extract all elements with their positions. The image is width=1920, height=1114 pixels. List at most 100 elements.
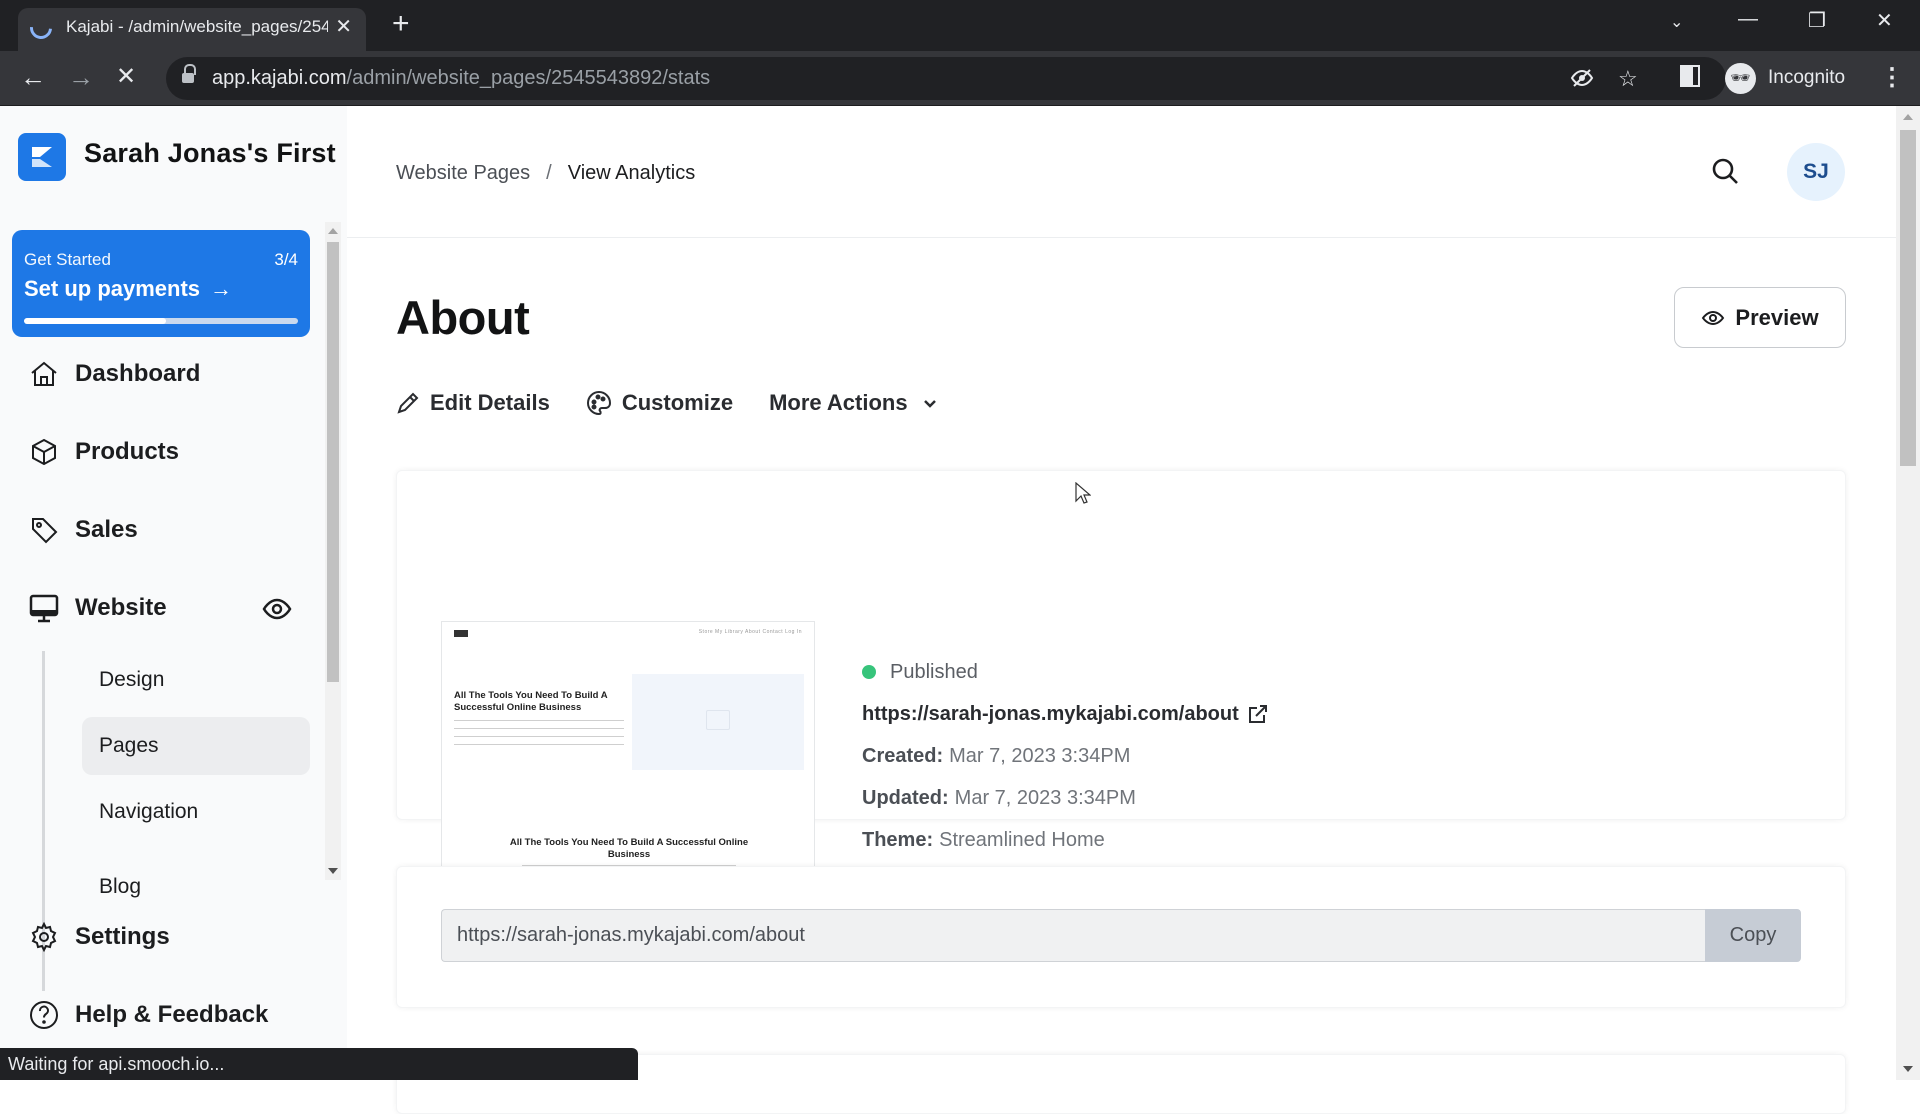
sidebar-item-website[interactable]: Website (28, 586, 167, 630)
back-icon[interactable]: ← (20, 62, 46, 92)
scroll-down-arrow-icon[interactable] (328, 868, 338, 874)
gear-icon (28, 921, 60, 953)
breadcrumb-current: View Analytics (567, 162, 696, 184)
minimize-icon[interactable]: — (1738, 8, 1758, 31)
help-icon (28, 999, 60, 1031)
window-close-icon[interactable]: ✕ (1876, 8, 1893, 33)
image-icon (706, 710, 730, 730)
page-url-link[interactable]: https://sarah-jonas.mykajabi.com/about (862, 703, 1239, 726)
tag-icon (28, 514, 60, 546)
eye-icon (1702, 310, 1725, 325)
palette-icon (586, 390, 611, 416)
user-avatar[interactable]: SJ (1787, 143, 1845, 201)
incognito-label: Incognito (1768, 67, 1846, 88)
get-started-card[interactable]: Get Started 3/4 Set up payments → (12, 230, 310, 337)
breadcrumb: Website Pages / View Analytics (396, 162, 695, 185)
sidebar-item-label: Help & Feedback (75, 1001, 269, 1028)
kajabi-logo[interactable] (18, 133, 66, 181)
sidebar-scrollbar[interactable] (325, 222, 341, 880)
customize-button[interactable]: Customize (586, 390, 733, 416)
page-thumbnail[interactable]: Store My Library About Contact Log In Al… (441, 621, 815, 880)
external-link-icon[interactable] (1247, 703, 1269, 725)
get-started-title: Set up payments → (24, 276, 233, 301)
page-actions: Edit Details Customize More Actions (396, 386, 974, 420)
sidebar-subitem-pages[interactable]: Pages (82, 717, 310, 775)
get-started-count: 3/4 (274, 250, 298, 269)
arrow-right-icon: → (210, 276, 233, 301)
box-icon (28, 436, 60, 468)
created-label: Created: (862, 744, 944, 767)
sidebar: Sarah Jonas's First Get Started 3/4 Set … (0, 106, 347, 1080)
sidebar-subitem-blog[interactable]: Blog (82, 849, 310, 899)
status-dot-icon (862, 665, 876, 679)
chevron-down-icon (923, 400, 936, 408)
browser-tab[interactable]: Kajabi - /admin/website_pages/2545543892… (18, 8, 366, 51)
forward-icon[interactable]: → (68, 62, 94, 92)
thumbnail-hero-text (454, 718, 624, 746)
updated-row: Updated: Mar 7, 2023 3:34PM (862, 777, 1269, 819)
more-actions-dropdown[interactable]: More Actions (769, 390, 938, 416)
scroll-up-arrow-icon[interactable] (1903, 114, 1913, 120)
sidebar-item-settings[interactable]: Settings (28, 915, 170, 959)
theme-value: Streamlined Home (939, 828, 1105, 851)
thumbnail-nav: Store My Library About Contact Log In (698, 629, 802, 635)
view-website-eye-icon[interactable] (262, 594, 292, 624)
tab-title: Kajabi - /admin/website_pages/2545543892… (66, 17, 328, 36)
thumbnail-logo (454, 630, 468, 637)
restore-icon[interactable]: ❐ (1808, 8, 1826, 33)
browser-menu-icon[interactable]: ⋮ (1880, 63, 1904, 92)
close-tab-icon[interactable]: ✕ (335, 14, 352, 39)
sidebar-scroll-thumb[interactable] (327, 242, 339, 682)
new-tab-button[interactable]: + (392, 9, 410, 39)
main-content: Website Pages / View Analytics SJ About … (347, 106, 1896, 1114)
created-value: Mar 7, 2023 3:34PM (949, 744, 1131, 767)
home-icon (28, 358, 60, 390)
incognito-indicator[interactable]: 🕶 Incognito (1722, 56, 1888, 100)
side-panel-icon[interactable] (1680, 65, 1700, 93)
theme-label: Theme: (862, 828, 934, 851)
preview-button[interactable]: Preview (1674, 287, 1846, 348)
sidebar-subitem-design[interactable]: Design (82, 651, 310, 709)
url-text[interactable]: app.kajabi.com/admin/website_pages/25455… (212, 67, 710, 90)
sidebar-item-label: Settings (75, 923, 170, 950)
thumbnail-image-placeholder (632, 674, 804, 770)
edit-details-button[interactable]: Edit Details (396, 390, 550, 416)
kajabi-logo-icon (32, 147, 52, 167)
scroll-up-arrow-icon[interactable] (328, 228, 338, 234)
breadcrumb-separator: / (546, 162, 552, 184)
page-scrollbar[interactable] (1896, 106, 1920, 1080)
status-row: Published (862, 651, 1269, 693)
tab-search-icon[interactable]: ⌄ (1670, 12, 1683, 32)
url-row: https://sarah-jonas.mykajabi.com/about (862, 693, 1269, 735)
updated-value: Mar 7, 2023 3:34PM (954, 786, 1136, 809)
sidebar-item-products[interactable]: Products (28, 430, 179, 474)
sidebar-item-help[interactable]: Help & Feedback (28, 993, 268, 1037)
scroll-down-arrow-icon[interactable] (1903, 1066, 1913, 1072)
site-name[interactable]: Sarah Jonas's First (84, 138, 336, 169)
thumbnail-section-heading: All The Tools You Need To Build A Succes… (509, 837, 749, 860)
sidebar-item-label: Dashboard (75, 360, 201, 387)
sidebar-subitem-navigation[interactable]: Navigation (82, 783, 310, 841)
loading-spinner-icon (25, 12, 57, 44)
share-url-card: Copy (396, 866, 1846, 1008)
updated-label: Updated: (862, 786, 949, 809)
pencil-icon (397, 392, 419, 414)
browser-tab-bar: Kajabi - /admin/website_pages/2545543892… (0, 0, 1920, 51)
stop-loading-icon[interactable]: ✕ (116, 62, 136, 92)
preview-label: Preview (1735, 304, 1819, 330)
theme-row: Theme: Streamlined Home (862, 819, 1269, 861)
sidebar-item-sales[interactable]: Sales (28, 508, 138, 552)
lock-icon (182, 64, 196, 84)
sidebar-item-dashboard[interactable]: Dashboard (28, 352, 200, 396)
status-badge: Published (890, 660, 978, 683)
incognito-icon: 🕶 (1725, 63, 1756, 94)
page-info: Published https://sarah-jonas.mykajabi.c… (862, 651, 1269, 861)
copy-button[interactable]: Copy (1705, 909, 1801, 962)
search-icon[interactable] (1710, 156, 1744, 190)
tracking-protection-icon[interactable] (1570, 66, 1594, 96)
address-bar[interactable]: app.kajabi.com/admin/website_pages/25455… (166, 57, 1726, 100)
page-scroll-thumb[interactable] (1900, 130, 1916, 466)
page-url-input[interactable] (441, 909, 1705, 962)
bookmark-star-icon[interactable]: ☆ (1618, 66, 1638, 92)
breadcrumb-website-pages[interactable]: Website Pages (396, 162, 530, 185)
